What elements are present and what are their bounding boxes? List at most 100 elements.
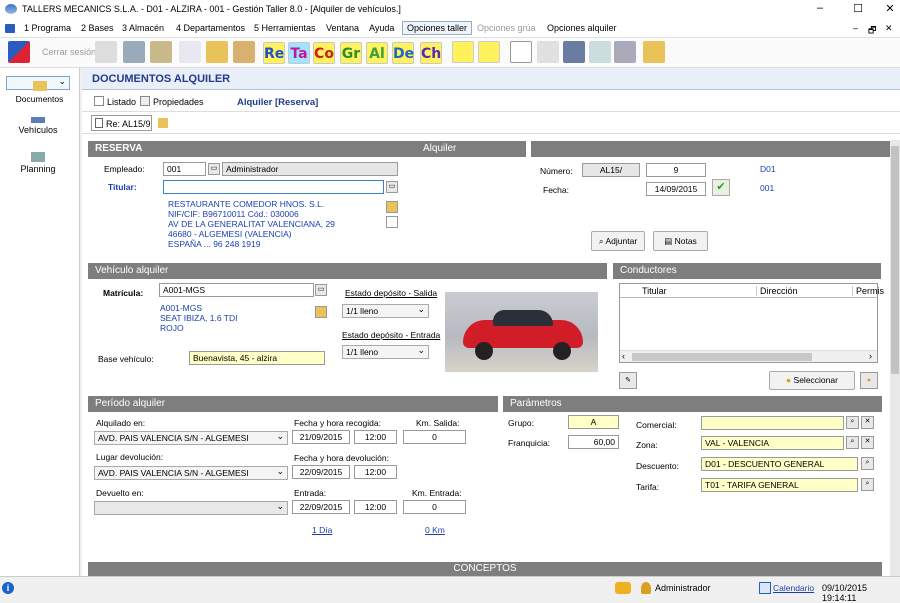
- nav-vehiculos[interactable]: Vehículos: [6, 113, 70, 145]
- menu-opciones-taller[interactable]: Opciones taller: [402, 21, 473, 35]
- menu-herramientas[interactable]: 5 Herramientas: [254, 23, 316, 33]
- menu-opciones-alquiler[interactable]: Opciones alquiler: [547, 23, 617, 33]
- maximize-button[interactable]: ☐: [843, 2, 873, 15]
- matricula-lookup-button[interactable]: ▭: [315, 284, 327, 296]
- tarifa-search-button[interactable]: ⌕: [861, 478, 874, 491]
- check-icon[interactable]: [452, 41, 474, 63]
- table-hscrollbar[interactable]: ‹ ›: [620, 350, 877, 362]
- car-icon[interactable]: [123, 41, 145, 63]
- scroll-thumb[interactable]: [891, 146, 899, 374]
- notas-button[interactable]: ▤ Notas: [653, 231, 708, 251]
- code-ta[interactable]: Ta: [288, 42, 310, 64]
- nav-documentos[interactable]: Documentos: [6, 75, 70, 104]
- mdi-icon[interactable]: [5, 24, 15, 33]
- driver-edit-button[interactable]: ✎: [619, 372, 637, 389]
- entrada-hora-input[interactable]: 12:00: [354, 500, 397, 514]
- km-link[interactable]: 0 Km: [425, 525, 445, 535]
- client-edit-icon[interactable]: [386, 201, 398, 213]
- code-re[interactable]: Re: [263, 42, 285, 64]
- adjuntar-button[interactable]: ⌕ Adjuntar: [591, 231, 645, 251]
- entrada-fecha-input[interactable]: 22/09/2015: [292, 500, 350, 514]
- grupo-input[interactable]: A: [568, 415, 619, 429]
- minimize-button[interactable]: –: [805, 2, 835, 14]
- menu-ayuda[interactable]: Ayuda: [369, 23, 394, 33]
- descuento-input[interactable]: D01 - DESCUENTO GENERAL: [701, 457, 858, 471]
- menu-almacen[interactable]: 3 Almacén: [122, 23, 164, 33]
- zona-clear-button[interactable]: ✕: [861, 436, 874, 449]
- cash-icon[interactable]: [150, 41, 172, 63]
- col-titular[interactable]: Titular: [642, 286, 667, 296]
- mdi-restore-button[interactable]: 🗗: [868, 23, 876, 39]
- calendar-link[interactable]: Calendario: [773, 583, 814, 593]
- close-session-button[interactable]: Cerrar sesión: [42, 47, 96, 57]
- empleado-code-input[interactable]: 001: [163, 162, 206, 176]
- recogida-fecha-input[interactable]: 21/09/2015: [292, 430, 350, 444]
- menu-opciones-grua[interactable]: Opciones grúa: [477, 23, 536, 33]
- doc-tab[interactable]: Re: AL15/9: [91, 115, 152, 131]
- recogida-hora-input[interactable]: 12:00: [354, 430, 397, 444]
- exit-icon[interactable]: [8, 41, 30, 63]
- clipboard-icon[interactable]: [233, 41, 255, 63]
- print-icon[interactable]: [614, 41, 636, 63]
- salida-select[interactable]: 1/1 lleno: [342, 303, 429, 318]
- paint-icon[interactable]: [206, 41, 228, 63]
- chat-icon[interactable]: [615, 582, 631, 594]
- col-permis[interactable]: Permis: [852, 286, 884, 296]
- titular-lookup-button[interactable]: ▭: [386, 181, 398, 193]
- dias-link[interactable]: 1 Día: [312, 525, 332, 535]
- devolucion-hora-input[interactable]: 12:00: [354, 465, 397, 479]
- nav-planning[interactable]: Planning: [6, 150, 70, 182]
- devuelto-select[interactable]: [94, 500, 288, 515]
- empleado-lookup-button[interactable]: ▭: [208, 163, 220, 175]
- menu-ventana[interactable]: Ventana: [326, 23, 359, 33]
- zona-search-button[interactable]: ⌕: [846, 436, 859, 449]
- propiedades-button[interactable]: Propiedades: [153, 97, 204, 107]
- info-icon[interactable]: i: [2, 582, 14, 594]
- check2-icon[interactable]: [478, 41, 500, 63]
- base-input[interactable]: Buenavista, 45 - alzira: [189, 351, 325, 365]
- tools-icon[interactable]: [589, 41, 611, 63]
- menu-programa[interactable]: 1 Programa: [24, 23, 71, 33]
- fecha-confirm-icon[interactable]: ✔: [712, 179, 730, 196]
- franquicia-input[interactable]: 60,00: [568, 435, 619, 449]
- code-gr[interactable]: Gr: [340, 42, 362, 64]
- km-salida-input[interactable]: 0: [403, 430, 466, 444]
- seleccionar-button[interactable]: ● Seleccionar: [769, 371, 855, 390]
- col-direccion[interactable]: Dirección: [756, 286, 798, 296]
- add-driver-button[interactable]: ●: [860, 372, 878, 389]
- matricula-input[interactable]: A001-MGS: [159, 283, 314, 297]
- descuento-search-button[interactable]: ⌕: [861, 457, 874, 470]
- code-de[interactable]: De: [392, 42, 414, 64]
- scroll-left-icon[interactable]: ‹: [622, 351, 625, 361]
- scroll-thumb[interactable]: [632, 353, 812, 361]
- code-co[interactable]: Co: [313, 42, 335, 64]
- code-ch[interactable]: Ch: [420, 42, 442, 64]
- calendar-icon[interactable]: [759, 582, 771, 594]
- new-doc-icon[interactable]: [158, 118, 168, 128]
- code-al[interactable]: Al: [366, 42, 388, 64]
- scroll-right-icon[interactable]: ›: [869, 351, 872, 361]
- vehiculo-edit-icon[interactable]: [315, 306, 327, 318]
- client-doc-icon[interactable]: [386, 216, 398, 228]
- document-icon[interactable]: [179, 41, 201, 63]
- main-vscrollbar[interactable]: [890, 140, 900, 576]
- gearbox-icon[interactable]: [537, 41, 559, 63]
- numero-input[interactable]: 9: [646, 163, 706, 177]
- fecha-input[interactable]: 14/09/2015: [646, 182, 706, 196]
- new-document-icon[interactable]: [510, 41, 532, 63]
- mdi-minimize-button[interactable]: –: [853, 23, 858, 33]
- km-entrada-input[interactable]: 0: [403, 500, 466, 514]
- comercial-clear-button[interactable]: ✕: [861, 416, 874, 429]
- alquilado-select[interactable]: AVD. PAIS VALENCIA S/N - ALGEMESI: [94, 430, 288, 445]
- folder-icon[interactable]: [643, 41, 665, 63]
- save-icon[interactable]: [563, 41, 585, 63]
- comercial-search-button[interactable]: ⌕: [846, 416, 859, 429]
- devolucion-fecha-input[interactable]: 22/09/2015: [292, 465, 350, 479]
- mdi-close-button[interactable]: ✕: [885, 23, 893, 34]
- zona-input[interactable]: VAL - VALENCIA: [701, 436, 844, 450]
- menu-departamentos[interactable]: 4 Departamentos: [176, 23, 245, 33]
- comercial-input[interactable]: [701, 416, 844, 430]
- menu-bases[interactable]: 2 Bases: [81, 23, 114, 33]
- titular-input[interactable]: [163, 180, 384, 194]
- listado-button[interactable]: Listado: [107, 97, 136, 107]
